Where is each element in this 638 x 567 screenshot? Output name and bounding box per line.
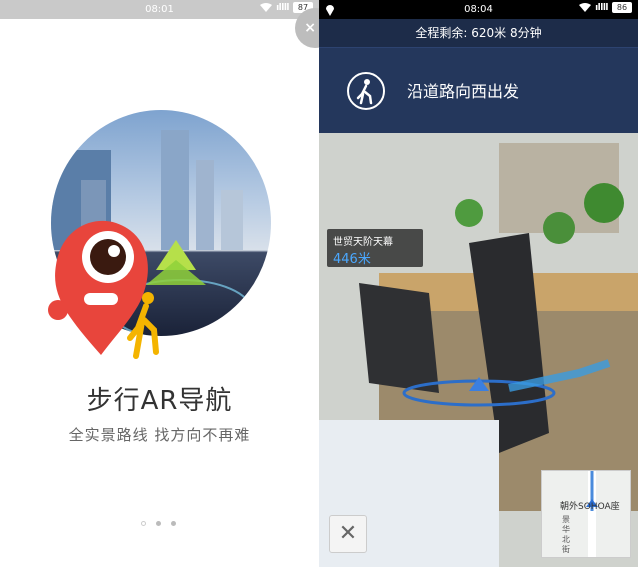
instruction-text: 沿道路向西出发 [407,82,520,101]
signal-icon: ıllll [595,2,608,13]
status-bar: 08:04 ıllll 86 [319,0,638,19]
close-button[interactable]: ✕ [329,515,367,553]
splash-panel: 08:01 ıllll 87 × 步行AR导航 全实景路线 找方向不再难 [0,0,319,567]
hero-illustration [46,110,272,360]
route-summary: 全程剩余: 620米 8分钟 [319,19,638,47]
map-street-label: 景华北街 [562,515,570,554]
poi-distance: 446米 [333,252,371,267]
page-dot[interactable] [156,521,161,526]
poi-label[interactable]: 世贸天阶天幕 446米 [327,229,423,267]
battery-icon: 86 [612,2,632,13]
map-place-label: 朝外SOHOA座 [560,502,620,512]
page-dot[interactable] [171,521,176,526]
status-icons: ıllll 86 [579,2,632,13]
status-bar: 08:01 ıllll 87 [0,0,319,19]
poi-name: 世贸天阶天幕 [333,237,393,248]
page-dot[interactable] [141,521,146,526]
location-icon [326,5,334,16]
screenshot-root: 08:01 ıllll 87 × 步行AR导航 全实景路线 找方向不再难 08:… [0,0,638,567]
page-subtitle: 全实景路线 找方向不再难 [68,426,251,444]
mini-map[interactable]: 朝外SOHOA座 景华北街 [541,470,631,558]
signal-icon: ıllll [276,2,289,13]
wifi-icon [260,2,273,12]
instruction-panel: 沿道路向西出发 [319,47,638,133]
map-roads [586,471,598,557]
ar-navigation-panel: 08:04 ıllll 86 全程剩余: 620米 8分钟 沿道路向西出发 世贸… [319,0,638,567]
walker-icon [127,292,159,359]
close-icon[interactable]: × [304,20,316,36]
page-indicator [141,521,176,526]
wifi-icon [579,2,592,12]
page-title: 步行AR导航 [86,386,233,416]
walk-icon [347,72,385,110]
